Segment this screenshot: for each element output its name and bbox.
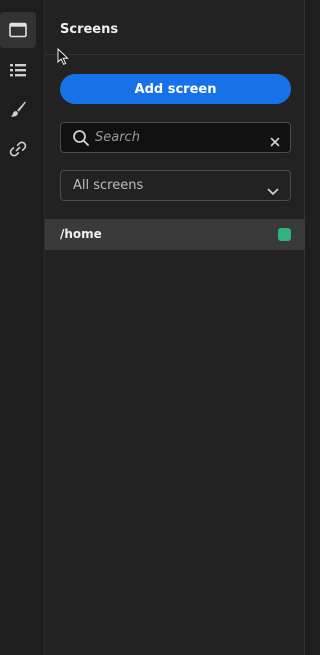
chevron-down-icon xyxy=(267,181,279,200)
brush-icon xyxy=(9,100,27,118)
rail-item-links[interactable] xyxy=(0,131,36,167)
rail-item-style[interactable] xyxy=(0,91,36,127)
panel-title: Screens xyxy=(60,22,119,37)
search-box xyxy=(60,122,291,153)
filter-selected-value: All screens xyxy=(73,178,144,193)
icon-rail xyxy=(0,0,38,655)
link-icon xyxy=(9,140,27,158)
close-icon[interactable] xyxy=(270,132,280,151)
screen-name: /home xyxy=(60,227,102,241)
add-screen-button[interactable]: Add screen xyxy=(60,74,291,104)
rail-item-list[interactable] xyxy=(0,52,36,88)
screen-filter-dropdown[interactable]: All screens xyxy=(60,170,291,201)
list-item[interactable]: /home xyxy=(45,219,305,250)
app-window: Screens Add screen All screens xyxy=(0,0,313,655)
window-icon xyxy=(9,22,27,38)
search-input[interactable] xyxy=(95,127,255,148)
panel-edge xyxy=(305,0,313,655)
search-icon xyxy=(72,129,90,151)
status-badge xyxy=(278,228,291,241)
rail-item-screens[interactable] xyxy=(0,12,36,48)
list-icon xyxy=(9,62,27,78)
screens-panel: Screens Add screen All screens xyxy=(44,0,305,655)
panel-header: Screens xyxy=(45,0,304,55)
mouse-pointer-icon xyxy=(57,47,69,70)
